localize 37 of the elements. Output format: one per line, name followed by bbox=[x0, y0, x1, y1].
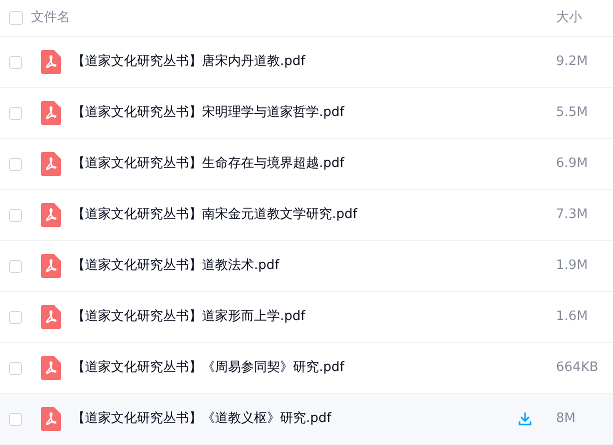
checkbox[interactable] bbox=[9, 158, 22, 170]
file-name[interactable]: 【道家文化研究丛书】生命存在与境界超越.pdf bbox=[72, 154, 556, 174]
file-name[interactable]: 【道家文化研究丛书】南宋金元道教文学研究.pdf bbox=[72, 205, 556, 225]
checkbox[interactable] bbox=[9, 412, 22, 426]
pdf-file-icon bbox=[41, 356, 61, 380]
file-row[interactable]: 【道家文化研究丛书】《道教义枢》研究.pdf 8M bbox=[0, 394, 613, 445]
pdf-file-icon bbox=[41, 50, 61, 74]
file-size: 7.3M bbox=[556, 206, 589, 224]
checkbox[interactable] bbox=[9, 56, 22, 68]
file-name[interactable]: 【道家文化研究丛书】宋明理学与道家哲学.pdf bbox=[72, 103, 556, 123]
download-icon[interactable] bbox=[518, 412, 532, 426]
pdf-file-icon bbox=[41, 305, 61, 329]
file-size: 6.9M bbox=[556, 155, 589, 174]
file-size: 5.5M bbox=[556, 104, 589, 122]
file-name[interactable]: 【道家文化研究丛书】道教法术.pdf bbox=[72, 256, 556, 276]
file-size: 9.2M bbox=[556, 53, 589, 72]
checkbox[interactable] bbox=[9, 310, 22, 324]
checkbox[interactable] bbox=[9, 106, 22, 120]
file-name[interactable]: 【道家文化研究丛书】《道教义枢》研究.pdf bbox=[72, 409, 518, 429]
file-name[interactable]: 【道家文化研究丛书】唐宋内丹道教.pdf bbox=[72, 52, 556, 72]
pdf-file-icon bbox=[41, 407, 61, 431]
file-size: 1.6M bbox=[556, 308, 589, 326]
file-size: 8M bbox=[556, 410, 576, 428]
pdf-file-icon bbox=[41, 101, 61, 125]
file-name[interactable]: 【道家文化研究丛书】道家形而上学.pdf bbox=[72, 307, 556, 327]
checkbox[interactable] bbox=[9, 362, 22, 374]
file-size: 664KB bbox=[556, 359, 600, 378]
pdf-file-icon bbox=[41, 203, 61, 227]
pdf-file-icon bbox=[41, 254, 61, 278]
column-header: 大小 bbox=[556, 9, 583, 28]
file-size: 1.9M bbox=[556, 257, 589, 276]
checkbox[interactable] bbox=[9, 208, 22, 222]
pdf-file-icon bbox=[41, 152, 61, 176]
file-name[interactable]: 【道家文化研究丛书】《周易参同契》研究.pdf bbox=[72, 358, 556, 378]
checkbox[interactable] bbox=[9, 11, 23, 25]
checkbox[interactable] bbox=[9, 260, 22, 272]
column-header: 文件名 bbox=[31, 9, 71, 28]
